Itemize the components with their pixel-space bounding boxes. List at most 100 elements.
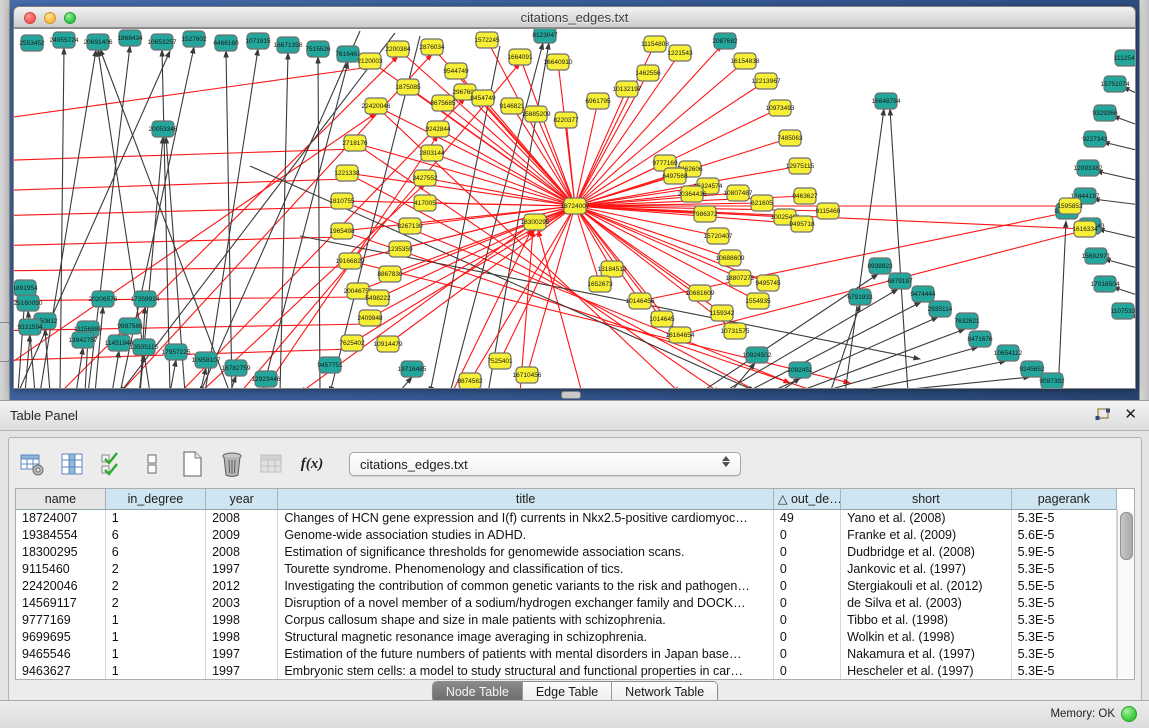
graph-edge[interactable] bbox=[1104, 259, 1135, 271]
graph-edge[interactable] bbox=[1058, 221, 1066, 388]
graph-edge[interactable] bbox=[400, 377, 412, 388]
graph-node[interactable]: 8123047 bbox=[532, 29, 558, 43]
graph-node[interactable]: 1664091 bbox=[507, 49, 533, 65]
table-selector-dropdown[interactable]: citations_edges.txt bbox=[349, 452, 741, 476]
graph-node[interactable]: 9997588 bbox=[117, 318, 143, 334]
graph-node[interactable]: 9457751 bbox=[317, 357, 343, 373]
graph-node[interactable]: 8267130 bbox=[397, 218, 423, 234]
table-settings-icon[interactable] bbox=[17, 449, 47, 479]
graph-node[interactable]: 10731575 bbox=[721, 323, 750, 339]
graph-node[interactable]: 1554935 bbox=[745, 293, 771, 309]
graph-node[interactable]: 9495745 bbox=[755, 275, 781, 291]
graph-node[interactable]: 3427552 bbox=[412, 170, 438, 186]
select-all-icon[interactable] bbox=[97, 449, 127, 479]
graph-node[interactable]: 2718176 bbox=[342, 135, 368, 151]
graph-node[interactable]: 18807272 bbox=[726, 270, 755, 286]
graph-node[interactable]: 16648784 bbox=[872, 93, 901, 109]
scrollbar-thumb[interactable] bbox=[1120, 512, 1133, 560]
graph-node[interactable]: 9331594 bbox=[17, 319, 43, 335]
graph-node[interactable]: 2200384 bbox=[385, 41, 411, 57]
graph-node[interactable]: 2876034 bbox=[419, 39, 445, 55]
graph-node[interactable]: 16782759 bbox=[222, 360, 251, 376]
delete-icon[interactable] bbox=[217, 449, 247, 479]
column-header-short[interactable]: short bbox=[841, 489, 1012, 509]
graph-node[interactable]: 16164654 bbox=[666, 327, 695, 343]
graph-edge[interactable] bbox=[14, 179, 347, 191]
table-row[interactable]: 1938455462009Genome-wide association stu… bbox=[16, 526, 1117, 543]
graph-node[interactable]: 12213967 bbox=[752, 73, 781, 89]
graph-node[interactable]: 20364436 bbox=[678, 186, 707, 202]
graph-node[interactable]: 6791933 bbox=[847, 289, 873, 305]
table-row[interactable]: 977716911998Corpus callosum shape and si… bbox=[16, 611, 1117, 628]
tab-edge-table[interactable]: Edge Table bbox=[523, 682, 612, 702]
table-header-row[interactable]: namein_degreeyeartitle△ out_de…shortpage… bbox=[16, 489, 1117, 509]
column-header-year[interactable]: year bbox=[206, 489, 278, 509]
graph-edge[interactable] bbox=[1096, 171, 1135, 183]
graph-edge[interactable] bbox=[400, 206, 575, 249]
graph-edge[interactable] bbox=[318, 57, 320, 388]
new-document-icon[interactable] bbox=[177, 449, 207, 479]
graph-node[interactable]: 18300295 bbox=[521, 214, 550, 230]
graph-node[interactable]: 1107533 bbox=[1111, 303, 1135, 319]
table-row[interactable]: 1872400712008Changes of HCN gene express… bbox=[16, 509, 1117, 526]
graph-node[interactable]: 15692971 bbox=[1082, 248, 1111, 264]
table-row[interactable]: 946362711997Embryonic stem cells: a mode… bbox=[16, 662, 1117, 679]
graph-edge[interactable] bbox=[60, 48, 64, 388]
citation-network-graph[interactable]: 1872400718300295255345224055724206914061… bbox=[14, 29, 1135, 388]
graph-node[interactable]: 8675685 bbox=[430, 95, 456, 111]
graph-node[interactable]: 19716485 bbox=[398, 361, 427, 377]
graph-node[interactable]: 9474444 bbox=[910, 286, 936, 302]
graph-edge[interactable] bbox=[120, 47, 194, 388]
graph-node[interactable]: 12975115 bbox=[786, 158, 815, 174]
graph-node[interactable]: 20053346 bbox=[149, 121, 178, 137]
graph-node[interactable]: 2935114 bbox=[928, 301, 953, 317]
graph-node[interactable]: 17957225 bbox=[162, 344, 191, 360]
graph-edge[interactable] bbox=[520, 230, 533, 388]
graph-edge[interactable] bbox=[575, 206, 600, 284]
table-row[interactable]: 1830029562008Estimation of significance … bbox=[16, 543, 1117, 560]
graph-node[interactable]: 9463627 bbox=[792, 188, 818, 204]
memory-ok-indicator-icon[interactable] bbox=[1121, 706, 1137, 722]
graph-node[interactable]: 1572245 bbox=[474, 32, 500, 48]
split-pane-handle[interactable] bbox=[561, 391, 581, 399]
graph-node[interactable]: 12923446 bbox=[252, 371, 281, 387]
graph-node[interactable]: 7485063 bbox=[777, 130, 803, 146]
function-builder-icon[interactable]: f(x) bbox=[297, 449, 327, 479]
float-window-icon[interactable] bbox=[1095, 408, 1111, 422]
graph-node[interactable]: 417005 bbox=[414, 195, 436, 211]
rows-icon[interactable] bbox=[137, 449, 167, 479]
graph-node[interactable]: 1810755 bbox=[329, 193, 355, 209]
graph-node[interactable]: 12093382 bbox=[1074, 160, 1103, 176]
graph-node[interactable]: 15720407 bbox=[704, 228, 733, 244]
graph-node[interactable]: 2553452 bbox=[19, 35, 45, 51]
network-graph-canvas[interactable]: 1872400718300295255345224055724206914061… bbox=[13, 28, 1136, 389]
column-header-title[interactable]: title bbox=[278, 489, 774, 509]
graph-node[interactable]: 18724007 bbox=[561, 198, 590, 214]
graph-edge[interactable] bbox=[14, 207, 342, 216]
graph-node[interactable]: 22420046 bbox=[362, 98, 391, 114]
graph-edge[interactable] bbox=[845, 109, 884, 388]
graph-edge[interactable] bbox=[1098, 229, 1135, 241]
graph-node[interactable]: 1014645 bbox=[649, 311, 675, 327]
graph-node[interactable]: 1875085 bbox=[395, 79, 421, 95]
graph-edge[interactable] bbox=[25, 335, 30, 388]
column-header-out_degree[interactable]: △ out_de… bbox=[773, 489, 840, 509]
graph-node[interactable]: 10681609 bbox=[686, 285, 715, 301]
graph-node[interactable]: 621605 bbox=[751, 195, 773, 211]
graph-node[interactable]: 10973493 bbox=[766, 100, 795, 116]
graph-node[interactable]: 10924502 bbox=[743, 347, 772, 363]
vertical-scrollbar[interactable] bbox=[1117, 510, 1134, 678]
graph-node[interactable]: 10688609 bbox=[716, 250, 745, 266]
column-chooser-icon[interactable] bbox=[57, 449, 87, 479]
graph-edge[interactable] bbox=[170, 360, 176, 388]
graph-node[interactable]: 1235359 bbox=[387, 241, 413, 257]
table-row[interactable]: 2242004622012Investigating the contribut… bbox=[16, 577, 1117, 594]
graph-node[interactable]: 10958107 bbox=[192, 352, 221, 368]
graph-node[interactable]: 8220377 bbox=[553, 112, 579, 128]
table-row[interactable]: 911546021997Tourette syndrome. Phenomeno… bbox=[16, 560, 1117, 577]
graph-node[interactable]: 9329366 bbox=[1092, 105, 1118, 121]
graph-node[interactable]: 1221338 bbox=[334, 165, 360, 181]
tab-network-table[interactable]: Network Table bbox=[612, 682, 717, 702]
graph-node[interactable]: 6961795 bbox=[585, 93, 611, 109]
graph-node[interactable]: 15885209 bbox=[522, 106, 551, 122]
